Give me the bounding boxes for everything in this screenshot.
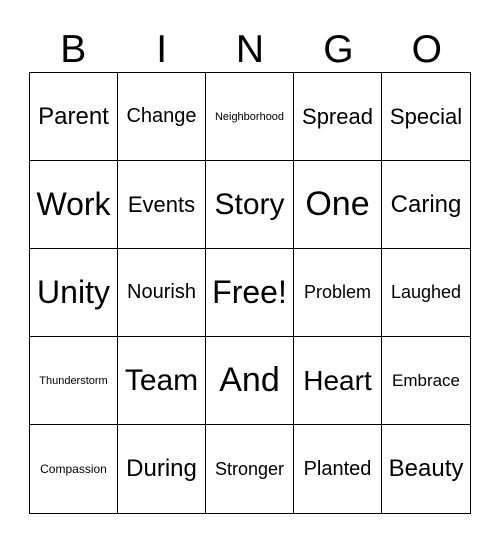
bingo-cell[interactable]: Events [118,161,206,249]
bingo-cell[interactable]: One [294,161,382,249]
bingo-cell[interactable]: Caring [382,161,470,249]
header-letter-n: N [235,28,265,71]
bingo-grid: Parent Change Neighborhood Spread Special Wor… [29,72,471,514]
bingo-cell[interactable]: Problem [294,249,382,337]
header-letter-o: O [411,28,442,71]
bingo-cell[interactable]: Parent [30,73,118,161]
header-letter-g: G [323,28,354,71]
bingo-cell[interactable]: Spread [294,73,382,161]
bingo-cell[interactable]: Heart [294,337,382,425]
header-letter-i: I [156,28,168,71]
bingo-cell[interactable]: Work [30,161,118,249]
bingo-cell[interactable]: Thunderstorm [30,337,118,425]
bingo-cell[interactable]: Special [382,73,470,161]
bingo-cell[interactable]: Change [118,73,206,161]
bingo-cell[interactable]: Neighborhood [206,73,294,161]
bingo-cell[interactable]: Unity [30,249,118,337]
bingo-cell[interactable]: Beauty [382,425,470,513]
bingo-cell[interactable]: Laughed [382,249,470,337]
bingo-cell[interactable]: During [118,425,206,513]
bingo-cell[interactable]: And [206,337,294,425]
bingo-cell[interactable]: Story [206,161,294,249]
bingo-cell[interactable]: Planted [294,425,382,513]
bingo-cell[interactable]: Compassion [30,425,118,513]
bingo-cell[interactable]: Embrace [382,337,470,425]
bingo-header: B I N G O [29,28,471,72]
bingo-cell[interactable]: Stronger [206,425,294,513]
header-letter-b: B [60,28,87,71]
bingo-cell[interactable]: Free! [206,249,294,337]
bingo-cell[interactable]: Team [118,337,206,425]
bingo-cell[interactable]: Nourish [118,249,206,337]
